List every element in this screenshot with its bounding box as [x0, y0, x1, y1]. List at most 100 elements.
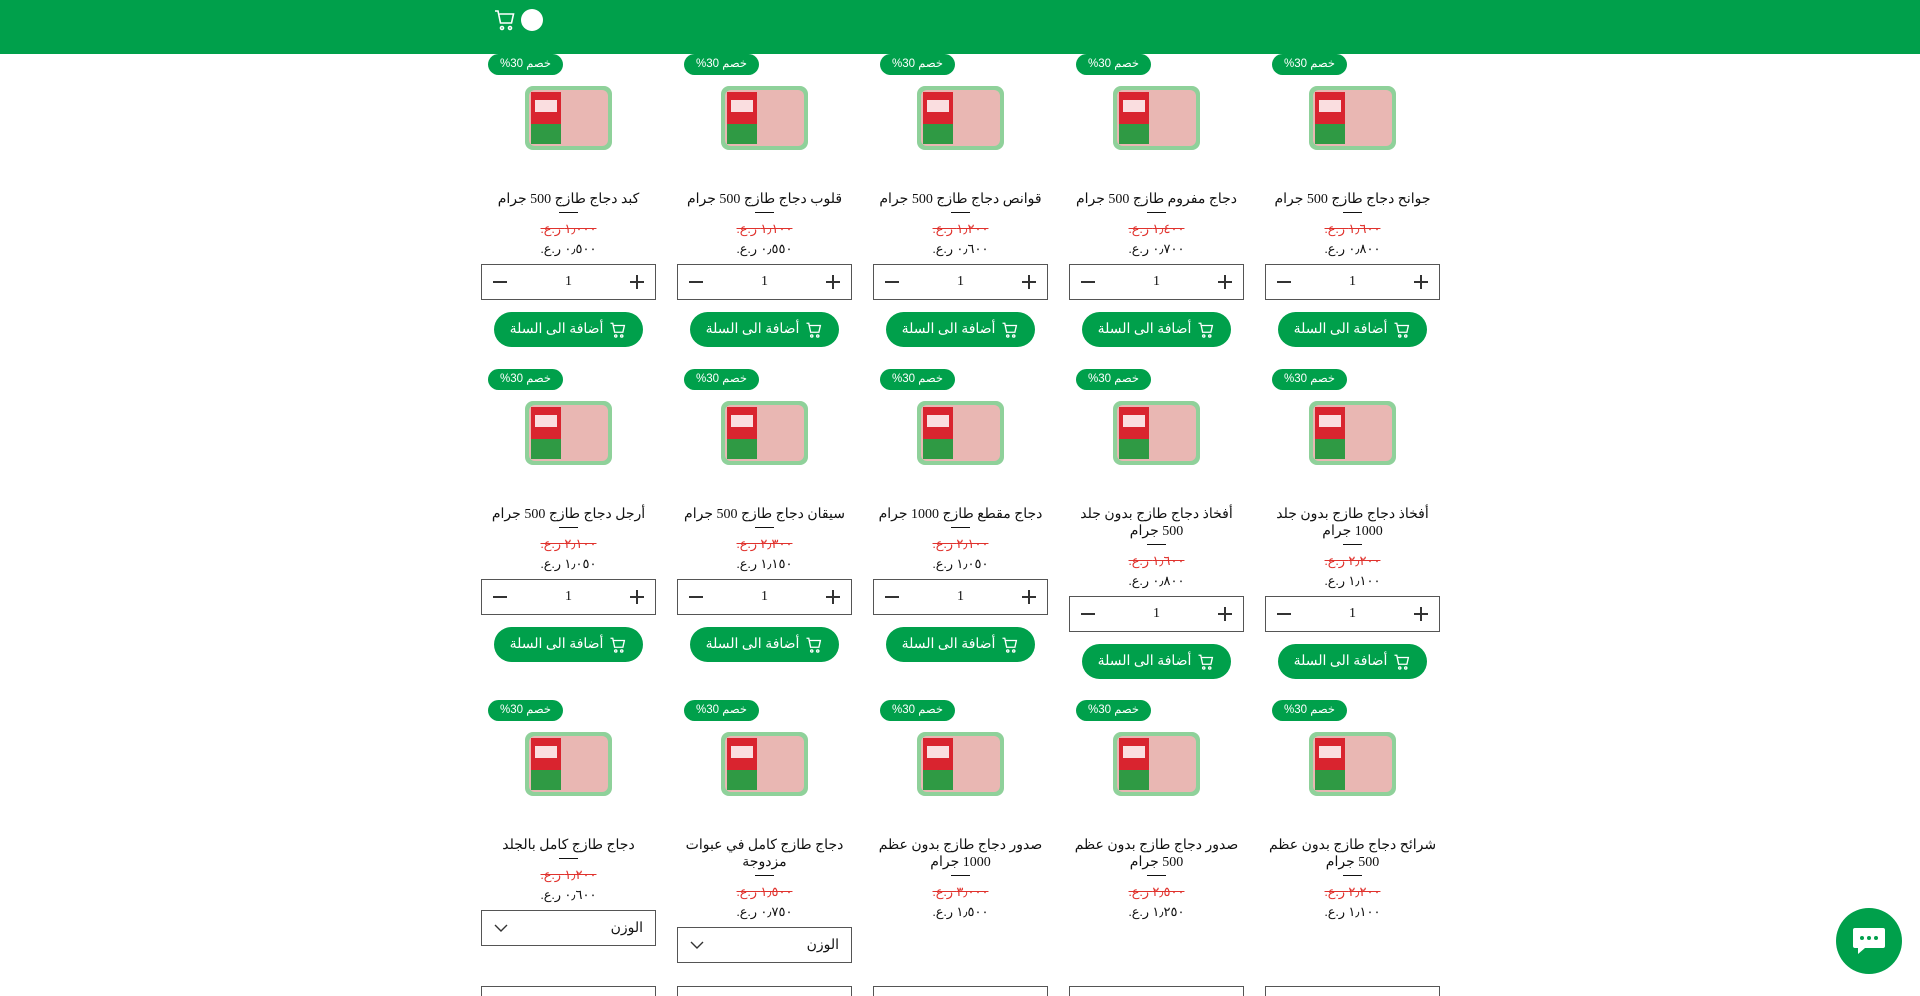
product-image[interactable]: [521, 724, 616, 800]
product-title[interactable]: صدور دجاج طازج بدون عظم 500 جرام: [1069, 837, 1244, 871]
cart-icon[interactable]: [493, 8, 517, 32]
next-row-control[interactable]: [1265, 986, 1440, 996]
increment-button[interactable]: [1217, 606, 1233, 622]
add-to-cart-button[interactable]: أضافة الى السلة: [690, 312, 839, 347]
product-image[interactable]: [717, 393, 812, 469]
quantity-value[interactable]: 1: [1153, 606, 1160, 622]
increment-button[interactable]: [825, 274, 841, 290]
product-image[interactable]: [1305, 393, 1400, 469]
product-image[interactable]: [1109, 724, 1204, 800]
original-price: ٢٫٢٠٠ ر.ع.: [1324, 884, 1381, 899]
product-image[interactable]: [717, 78, 812, 154]
add-to-cart-button[interactable]: أضافة الى السلة: [494, 627, 643, 662]
quantity-value[interactable]: 1: [565, 589, 572, 605]
quantity-stepper[interactable]: 1: [873, 579, 1048, 615]
quantity-stepper[interactable]: 1: [1265, 596, 1440, 632]
product-title[interactable]: صدور دجاج طازج بدون عظم 1000 جرام: [873, 837, 1048, 871]
next-row-control[interactable]: [873, 986, 1048, 996]
product-title[interactable]: أرجل دجاج طازج 500 جرام: [481, 506, 656, 523]
quantity-value[interactable]: 1: [565, 274, 572, 290]
discount-badge: خصم 30%: [684, 369, 759, 390]
quantity-value[interactable]: 1: [1349, 606, 1356, 622]
increment-button[interactable]: [629, 589, 645, 605]
product-title[interactable]: قلوب دجاج طازج 500 جرام: [677, 191, 852, 208]
chevron-down-icon: [494, 924, 508, 932]
discount-badge: خصم 30%: [1076, 700, 1151, 721]
quantity-stepper[interactable]: 1: [1069, 264, 1244, 300]
quantity-value[interactable]: 1: [957, 589, 964, 605]
product-image[interactable]: [1109, 78, 1204, 154]
add-to-cart-button[interactable]: أضافة الى السلة: [690, 627, 839, 662]
decrement-button[interactable]: [688, 589, 704, 605]
increment-button[interactable]: [1021, 274, 1037, 290]
weight-select[interactable]: الوزن: [677, 927, 852, 963]
product-title[interactable]: دجاج طازج كامل بالجلد: [481, 837, 656, 854]
quantity-stepper[interactable]: 1: [677, 264, 852, 300]
chat-button[interactable]: [1836, 908, 1902, 974]
product-title[interactable]: أفخاذ دجاج طازج بدون جلد 500 جرام: [1069, 506, 1244, 540]
product-title[interactable]: قوانص دجاج طازج 500 جرام: [873, 191, 1048, 208]
decrement-button[interactable]: [884, 589, 900, 605]
title-divider: [951, 875, 970, 876]
decrement-button[interactable]: [1080, 274, 1096, 290]
discount-badge: خصم 30%: [488, 700, 563, 721]
weight-select[interactable]: الوزن: [481, 910, 656, 946]
decrement-button[interactable]: [884, 274, 900, 290]
product-image[interactable]: [913, 78, 1008, 154]
next-row-control[interactable]: [481, 986, 656, 996]
decrement-button[interactable]: [1276, 274, 1292, 290]
increment-button[interactable]: [1217, 274, 1233, 290]
product-title[interactable]: أفخاذ دجاج طازج بدون جلد 1000 جرام: [1265, 506, 1440, 540]
product-image[interactable]: [521, 78, 616, 154]
weight-select-value: الوزن: [806, 937, 839, 953]
product-image[interactable]: [913, 724, 1008, 800]
product-title[interactable]: سيقان دجاج طازج 500 جرام: [677, 506, 852, 523]
increment-button[interactable]: [825, 589, 841, 605]
decrement-button[interactable]: [688, 274, 704, 290]
product-image[interactable]: [521, 393, 616, 469]
quantity-value[interactable]: 1: [761, 274, 768, 290]
next-row-control[interactable]: [1069, 986, 1244, 996]
next-row-control[interactable]: [677, 986, 852, 996]
decrement-button[interactable]: [1276, 606, 1292, 622]
add-to-cart-button[interactable]: أضافة الى السلة: [886, 312, 1035, 347]
quantity-stepper[interactable]: 1: [1265, 264, 1440, 300]
product-image[interactable]: [1305, 724, 1400, 800]
quantity-stepper[interactable]: 1: [1069, 596, 1244, 632]
increment-button[interactable]: [1021, 589, 1037, 605]
product-title[interactable]: دجاج طازج كامل في عبوات مزدوجة: [677, 837, 852, 871]
quantity-stepper[interactable]: 1: [873, 264, 1048, 300]
decrement-button[interactable]: [492, 274, 508, 290]
add-to-cart-button[interactable]: أضافة الى السلة: [494, 312, 643, 347]
sale-price: ٠٫٦٠٠ ر.ع.: [540, 887, 597, 902]
quantity-value[interactable]: 1: [957, 274, 964, 290]
title-divider: [755, 527, 774, 528]
product-title[interactable]: جوانح دجاج طازج 500 جرام: [1265, 191, 1440, 208]
increment-button[interactable]: [629, 274, 645, 290]
cart-icon: [1198, 654, 1214, 670]
increment-button[interactable]: [1413, 606, 1429, 622]
quantity-value[interactable]: 1: [1349, 274, 1356, 290]
add-to-cart-button[interactable]: أضافة الى السلة: [1082, 312, 1231, 347]
add-to-cart-button[interactable]: أضافة الى السلة: [1082, 644, 1231, 679]
quantity-stepper[interactable]: 1: [677, 579, 852, 615]
quantity-stepper[interactable]: 1: [481, 264, 656, 300]
product-image[interactable]: [1109, 393, 1204, 469]
product-title[interactable]: شرائح دجاج طازج بدون عظم 500 جرام: [1265, 837, 1440, 871]
product-title[interactable]: دجاج مفروم طازج 500 جرام: [1069, 191, 1244, 208]
quantity-value[interactable]: 1: [1153, 274, 1160, 290]
add-to-cart-button[interactable]: أضافة الى السلة: [886, 627, 1035, 662]
add-to-cart-button[interactable]: أضافة الى السلة: [1278, 644, 1427, 679]
add-to-cart-button[interactable]: أضافة الى السلة: [1278, 312, 1427, 347]
product-image[interactable]: [913, 393, 1008, 469]
quantity-value[interactable]: 1: [761, 589, 768, 605]
product-title[interactable]: كبد دجاج طازج 500 جرام: [481, 191, 656, 208]
product-image[interactable]: [717, 724, 812, 800]
cart-count-badge[interactable]: [521, 9, 543, 31]
product-title[interactable]: دجاج مقطع طازج 1000 جرام: [873, 506, 1048, 523]
product-image[interactable]: [1305, 78, 1400, 154]
increment-button[interactable]: [1413, 274, 1429, 290]
decrement-button[interactable]: [492, 589, 508, 605]
quantity-stepper[interactable]: 1: [481, 579, 656, 615]
decrement-button[interactable]: [1080, 606, 1096, 622]
